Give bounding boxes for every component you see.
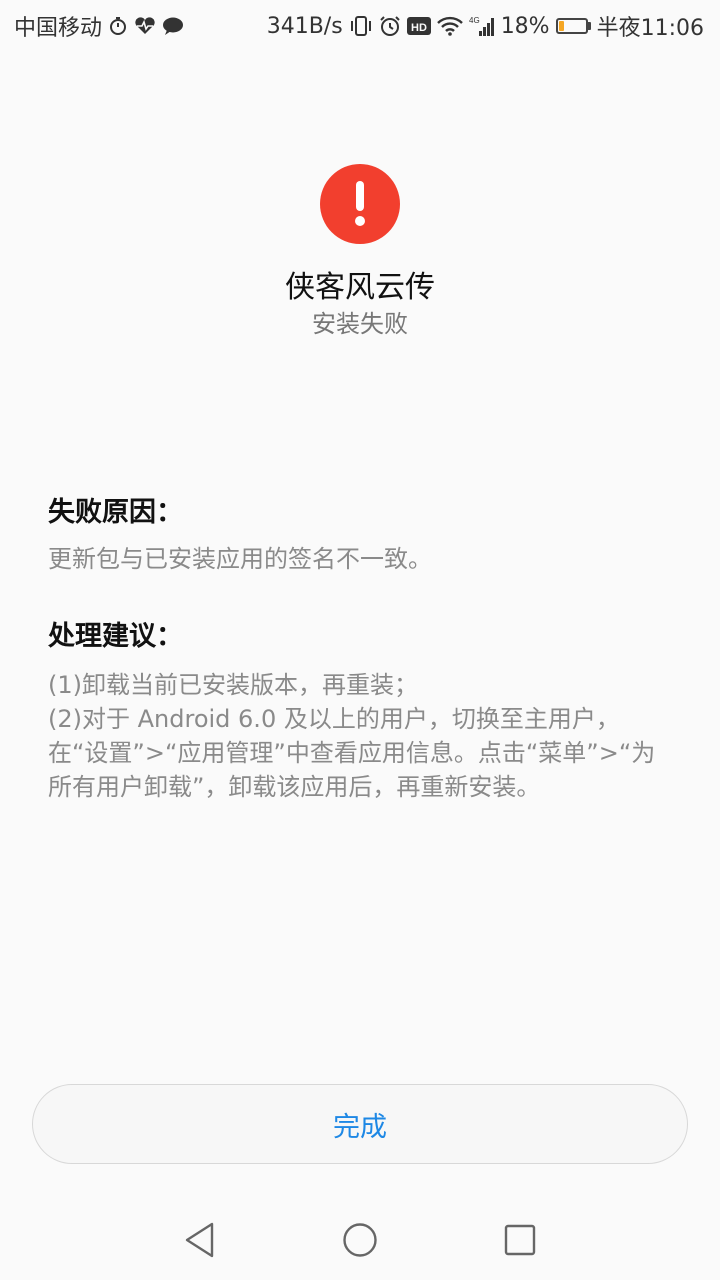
wifi-icon [436,16,463,36]
done-button[interactable]: 完成 [32,1084,688,1164]
advice-line: (2)对于 Android 6.0 及以上的用户，切换至主用户， [48,705,620,733]
app-name: 侠客风云传 [285,270,435,305]
clock: 半夜11:06 [596,16,704,41]
status-bar-right: 341B/s HD 4G 18% 半夜11:06 [267,10,704,42]
status-bar: 中国移动 341B/s HD 4G 18% 半夜11:06 [0,0,720,50]
home-circle-icon[interactable] [338,1218,382,1262]
status-bar-left: 中国移动 [14,10,184,42]
exclamation-icon [320,164,400,244]
svg-text:HD: HD [411,22,427,34]
recent-square-icon[interactable] [498,1218,542,1262]
navigation-bar [0,1200,720,1280]
install-status: 安装失败 [312,310,408,338]
heart-rate-icon [134,16,156,36]
advice-text: (1)卸载当前已安装版本，再重装； (2)对于 Android 6.0 及以上的… [48,668,678,804]
carrier-name: 中国移动 [14,16,103,41]
advice-title: 处理建议： [48,621,183,652]
stopwatch-icon [108,16,128,36]
advice-line: (1)卸载当前已安装版本，再重装； [48,671,418,699]
net-speed: 341B/s [266,13,343,39]
back-triangle-icon[interactable] [178,1218,222,1262]
battery-percent: 18% [500,13,550,39]
battery-icon [555,18,591,34]
chat-icon [162,16,184,36]
failure-reason-title: 失败原因： [48,497,183,528]
alarm-icon [379,15,401,37]
hd-icon: HD [406,16,431,36]
vibrate-icon [349,15,373,37]
failure-reason-text: 更新包与已安装应用的签名不一致。 [48,545,432,573]
advice-line: 所有用户卸载”，卸载该应用后，再重新安装。 [48,773,541,801]
signal-icon: 4G [469,15,495,37]
svg-text:4G: 4G [469,16,480,25]
advice-line: 在“设置”>“应用管理”中查看应用信息。点击“菜单”>“为 [48,739,656,767]
